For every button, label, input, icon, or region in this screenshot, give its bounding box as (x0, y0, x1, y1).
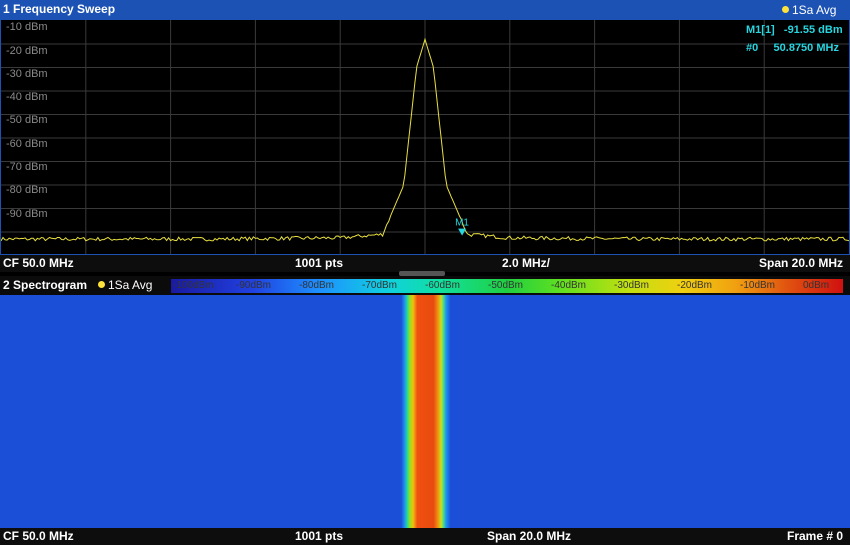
colorbar-label: -90dBm (236, 280, 272, 291)
sweep-graph: M1 (1, 20, 849, 254)
spectrogram-display[interactable] (0, 295, 850, 528)
colorbar-label: -100dBm (173, 280, 214, 291)
spectrogram-window-title: 2 Spectrogram (3, 278, 88, 292)
colorbar-label: -20dBm (677, 280, 713, 291)
avg-dot-icon (782, 6, 789, 13)
y-axis-label: -70 dBm (6, 161, 48, 173)
colorbar-label: 0dBm (803, 280, 830, 291)
spectrogram-avg-indicator: 1Sa Avg (98, 278, 152, 292)
y-axis-label: -30 dBm (6, 68, 48, 80)
marker-frequency: 50.8750 MHz (773, 42, 839, 54)
marker-label: M1[1] (746, 24, 775, 36)
spectrogram-avg-label: 1Sa Avg (108, 278, 153, 292)
colorbar-label: -70dBm (362, 280, 398, 291)
frame-number: Frame # 0 (787, 529, 844, 543)
frequency-sweep-titlebar[interactable]: 1 Frequency Sweep 1Sa Avg (0, 0, 850, 19)
y-axis-label: -50 dBm (6, 114, 48, 126)
avg-dot-icon (98, 281, 105, 288)
spectrogram-center-frequency: CF 50.0 MHz (3, 529, 74, 543)
sweep-span: Span 20.0 MHz (759, 256, 844, 270)
spectrogram-points: 1001 pts (295, 529, 344, 543)
colorbar-label: -60dBm (425, 280, 461, 291)
sweep-plot-area[interactable]: M1 -10 dBm -20 dBm -30 dBm -40 dBm -50 dBm -6… (0, 19, 850, 255)
colorbar-label: -40dBm (551, 280, 587, 291)
sweep-avg-indicator: 1Sa Avg (782, 3, 836, 17)
y-axis-label: -60 dBm (6, 138, 48, 150)
sweep-center-frequency: CF 50.0 MHz (3, 256, 74, 270)
sweep-window-title: 1 Frequency Sweep (3, 2, 116, 16)
colorbar-label: -50dBm (488, 280, 524, 291)
spectrogram-footer: CF 50.0 MHz 1001 pts Span 20.0 MHz Frame… (0, 528, 850, 545)
colorbar-label: -10dBm (740, 280, 776, 291)
y-axis-label: -80 dBm (6, 184, 48, 196)
marker-readout-line2: #0 50.8750 MHz (746, 42, 839, 54)
y-axis-label: -20 dBm (6, 45, 48, 57)
marker-level: -91.55 dBm (783, 24, 843, 36)
colorbar-label: -30dBm (614, 280, 650, 291)
y-axis-label: -40 dBm (6, 91, 48, 103)
marker-tag: M1 (455, 218, 469, 229)
colorbar-label: -80dBm (299, 280, 335, 291)
sweep-div: 2.0 MHz/ (502, 256, 551, 270)
marker-readout-line1: M1[1] -91.55 dBm (746, 24, 843, 36)
sweep-avg-label: 1Sa Avg (792, 3, 837, 17)
color-scale-bar: -100dBm -90dBm -80dBm -70dBm -60dBm -50dBm -40… (171, 279, 843, 293)
spectrogram-span: Span 20.0 MHz (487, 529, 572, 543)
marker-index: #0 (746, 42, 759, 54)
y-axis-label: -10 dBm (6, 21, 48, 33)
sweep-footer: CF 50.0 MHz 1001 pts 2.0 MHz/ Span 20.0 … (0, 255, 850, 272)
sweep-points: 1001 pts (295, 256, 344, 270)
y-axis-label: -90 dBm (6, 208, 48, 220)
